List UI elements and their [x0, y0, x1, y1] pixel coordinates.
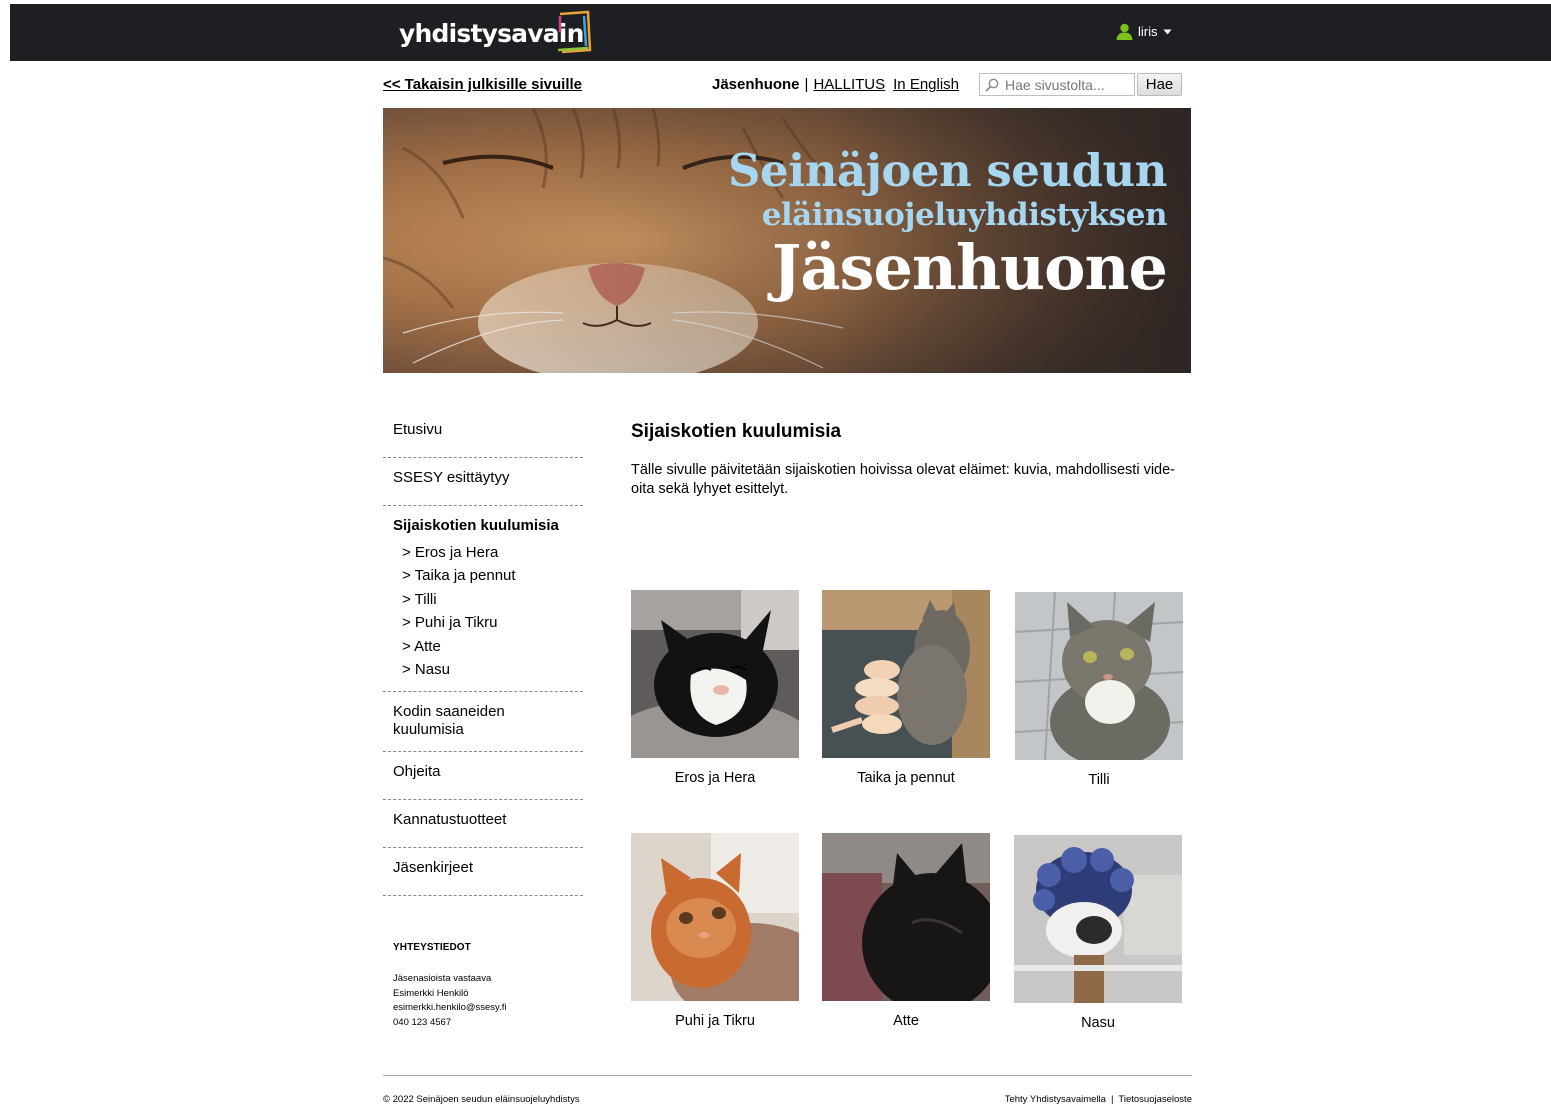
banner-title: Seinäjoen seudun eläinsuojeluyhdistyksen… — [728, 144, 1168, 304]
subnav-item-puhi-ja-tikru[interactable]: > Puhi ja Tikru — [402, 611, 583, 634]
sidebar-item-ssesy-esittaytyy[interactable]: SSESY esittäytyy — [383, 458, 583, 506]
tabby-cat-photo[interactable] — [1015, 592, 1183, 760]
sidebar-item-jasenkirjeet[interactable]: Jäsenkirjeet — [383, 848, 583, 897]
page-title: Sijaiskotien kuulumisia — [631, 421, 842, 442]
subnav-item-eros-ja-hera[interactable]: > Eros ja Hera — [402, 541, 583, 564]
cat-with-kittens-photo[interactable] — [822, 590, 990, 758]
orange-kitten-photo[interactable] — [631, 833, 799, 1001]
sidebar-item-ohjeita[interactable]: Ohjeita — [383, 752, 583, 801]
cat-in-hat-photo[interactable] — [1014, 835, 1182, 1003]
contact-phone: 040 123 4567 — [393, 1016, 452, 1028]
banner-title-line3: Jäsenhuone — [772, 231, 1168, 304]
gallery-caption[interactable]: Eros ja Hera — [630, 770, 800, 786]
search-input[interactable] — [1005, 76, 1129, 93]
contact-email[interactable]: esimerkki.henkilo@ssesy.fi — [393, 1001, 583, 1016]
subnav-item-atte[interactable]: > Atte — [402, 635, 583, 658]
footer-separator: | — [1110, 1094, 1114, 1105]
member-area-nav: Jäsenhuone | HALLITUS In English — [712, 76, 959, 93]
search-box — [979, 73, 1135, 96]
gallery-caption[interactable]: Puhi ja Tikru — [630, 1013, 800, 1029]
contact-name: Esimerkki Henkilö — [393, 987, 469, 999]
subnav-item-taika-ja-pennut[interactable]: > Taika ja pennut — [402, 564, 583, 587]
sidebar-nav: Etusivu SSESY esittäytyy Sijaiskotien ku… — [383, 410, 583, 1030]
banner-title-line1: Seinäjoen seudun — [728, 144, 1168, 197]
privacy-link[interactable]: Tietosuojaseloste — [1118, 1094, 1192, 1105]
gallery-tile-taika-ja-pennut[interactable]: Taika ja pennut — [821, 590, 991, 786]
user-name: liris — [1138, 24, 1158, 39]
gallery-tile-puhi-ja-tikru[interactable]: Puhi ja Tikru — [630, 833, 800, 1029]
black-fluffy-cat-photo[interactable] — [822, 833, 990, 1001]
footer-links: Tehty Yhdistysavaimella | Tietosuojaselo… — [1005, 1094, 1192, 1105]
yhdistysavain-logo[interactable]: yhdistysavain — [399, 10, 591, 55]
gallery-tile-nasu[interactable]: Nasu — [1013, 835, 1183, 1031]
subnav-item-nasu[interactable]: > Nasu — [402, 658, 583, 681]
sidebar-item-kodin-saaneiden[interactable]: Kodin saaneiden kuulumisia — [383, 692, 583, 753]
contact-role: Jäsenasioista vastaava — [393, 973, 492, 985]
search-icon — [985, 78, 999, 92]
board-link[interactable]: HALLITUS — [813, 76, 885, 93]
sidebar-item-kannatustuotteet[interactable]: Kannatustuotteet — [383, 800, 583, 849]
gallery-caption[interactable]: Atte — [821, 1013, 991, 1029]
gallery-caption[interactable]: Tilli — [1014, 772, 1184, 788]
banner-title-line2: eläinsuojeluyhdistyksen — [761, 197, 1168, 233]
gallery-tile-atte[interactable]: Atte — [821, 833, 991, 1029]
nav-separator: | — [804, 76, 809, 93]
subnav-item-tilli[interactable]: > Tilli — [402, 588, 583, 611]
intro-text: Tälle sivulle päivitetään sijaiskotien h… — [631, 462, 1176, 497]
sidebar-subnav: > Eros ja Hera > Taika ja pennut > Tilli… — [383, 541, 583, 693]
made-with-link[interactable]: Tehty Yhdistysavaimella — [1005, 1094, 1106, 1105]
current-section-label: Jäsenhuone — [712, 76, 800, 93]
sidebar-item-sijaiskotien-kuulumisia[interactable]: Sijaiskotien kuulumisia — [383, 506, 583, 541]
contact-info: YHTEYSTIEDOT Jäsenasioista vastaava Esim… — [383, 942, 583, 1030]
top-bar: yhdistysavain liris — [10, 4, 1551, 61]
user-menu[interactable]: liris — [1116, 23, 1172, 40]
user-icon — [1116, 23, 1133, 40]
back-to-public-link[interactable]: << Takaisin julkisille sivuille — [383, 76, 582, 93]
search-button[interactable]: Hae — [1137, 73, 1182, 96]
gallery-tile-tilli[interactable]: Tilli — [1014, 592, 1184, 788]
sidebar-item-etusivu[interactable]: Etusivu — [383, 410, 583, 458]
logo-frame-icon — [557, 10, 591, 54]
gallery-caption[interactable]: Taika ja pennut — [821, 770, 991, 786]
chevron-down-icon — [1163, 29, 1171, 34]
gallery-tile-eros-ja-hera[interactable]: Eros ja Hera — [630, 590, 800, 786]
gallery-caption[interactable]: Nasu — [1013, 1015, 1183, 1031]
contact-heading: YHTEYSTIEDOT — [393, 942, 471, 954]
footer-divider — [383, 1075, 1192, 1076]
footer-copyright: © 2022 Seinäjoen seudun eläinsuojeluyhdi… — [383, 1094, 580, 1105]
header-banner: Seinäjoen seudun eläinsuojeluyhdistyksen… — [383, 108, 1191, 373]
english-link[interactable]: In English — [893, 76, 959, 93]
black-white-cat-photo[interactable] — [631, 590, 799, 758]
